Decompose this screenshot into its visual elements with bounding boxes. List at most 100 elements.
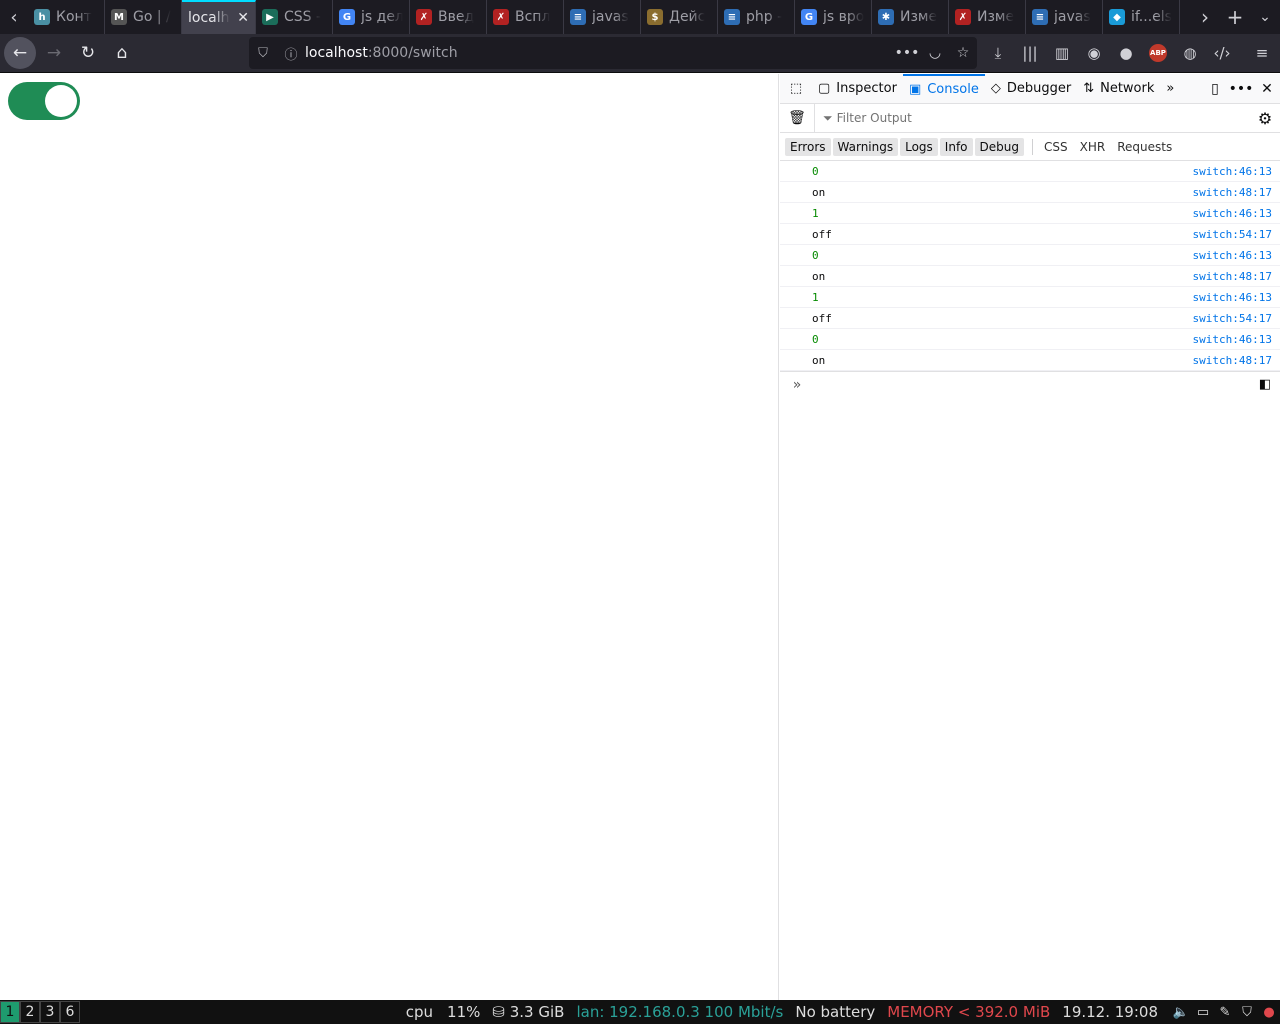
new-tab-icon[interactable]: +	[1220, 5, 1250, 29]
forward-button[interactable]: →	[38, 37, 70, 69]
tracking-protection-shield-icon[interactable]: ⛉	[249, 46, 277, 61]
page-actions-icon[interactable]: •••	[893, 45, 921, 61]
browser-tab[interactable]: h Конт	[28, 0, 105, 34]
workspace-2[interactable]: 2	[20, 1001, 40, 1023]
log-source-link[interactable]: switch:46:13	[1193, 207, 1280, 220]
inspector-icon: ▢	[818, 81, 831, 96]
site-info-icon[interactable]: ⓘ	[277, 44, 305, 63]
debugger-icon: ◇	[990, 81, 1001, 96]
tab-close-icon[interactable]: ✕	[237, 10, 249, 26]
log-source-link[interactable]: switch:54:17	[1193, 228, 1280, 241]
extension-dark-icon[interactable]: ●	[1110, 44, 1142, 62]
log-source-link[interactable]: switch:48:17	[1193, 270, 1280, 283]
console-log-list: 0 switch:46:13 on switch:48:17 1 switch:46:13…	[780, 161, 1280, 371]
browser-tab[interactable]: ≡ javas	[564, 0, 641, 34]
screen-icon[interactable]: ▭	[1192, 1005, 1214, 1020]
account-icon[interactable]: ◉	[1078, 44, 1110, 62]
browser-tab[interactable]: Gjs дел	[333, 0, 410, 34]
filter-requests[interactable]: Requests	[1112, 138, 1177, 156]
disk-status: ⛁ 3.3 GiB	[492, 1003, 564, 1021]
disk-value: 3.3 GiB	[509, 1003, 565, 1021]
browser-tab[interactable]: ≡ javas	[1026, 0, 1103, 34]
library-icon[interactable]: |||	[1014, 44, 1046, 62]
browser-tab[interactable]: M Go | /	[105, 0, 182, 34]
volume-icon[interactable]: 🔈	[1170, 1005, 1192, 1020]
clear-console-trash-icon[interactable]: 🗑	[780, 110, 814, 126]
console-log-row: off switch:54:17	[780, 224, 1280, 245]
bookmark-star-icon[interactable]: ☆	[949, 45, 977, 61]
console-log-row: on switch:48:17	[780, 266, 1280, 287]
filter-errors[interactable]: Errors	[785, 137, 831, 156]
tab-network[interactable]: ⇅ Network	[1077, 74, 1160, 103]
log-source-link[interactable]: switch:46:13	[1193, 165, 1280, 178]
browser-tab[interactable]: $ Дейс	[641, 0, 718, 34]
workspace-3[interactable]: 3	[40, 1001, 60, 1023]
tab-favicon-icon: G	[801, 9, 817, 25]
browser-tab[interactable]: ✗ Вспл	[487, 0, 564, 34]
browser-tab[interactable]: ✗ Введ	[410, 0, 487, 34]
back-button[interactable]: ←	[4, 37, 36, 69]
devtools-close-icon[interactable]: ✕	[1254, 81, 1280, 97]
url-bar[interactable]: ⛉ ⓘ localhost:8000/switch ••• ◡ ☆	[249, 37, 977, 69]
console-log-row: off switch:54:17	[780, 308, 1280, 329]
toggle-switch-knob[interactable]	[45, 85, 77, 117]
log-source-link[interactable]: switch:46:13	[1193, 333, 1280, 346]
developer-tools-icon[interactable]: ‹/›	[1206, 44, 1238, 62]
workspace-1[interactable]: 1	[0, 1001, 20, 1023]
reload-button[interactable]: ↻	[72, 37, 104, 69]
browser-tab[interactable]: Gjs вро	[795, 0, 872, 34]
browser-tab[interactable]: ✱ Изме	[872, 0, 949, 34]
tab-inspector[interactable]: ▢ Inspector	[812, 74, 903, 103]
editor-mode-toggle-icon[interactable]: ◧	[1250, 377, 1280, 392]
tab-debugger[interactable]: ◇ Debugger	[985, 74, 1077, 103]
filter-debug[interactable]: Debug	[974, 137, 1024, 156]
tab-scroll-left-icon[interactable]: ‹	[0, 0, 28, 34]
tab-active[interactable]: localh ✕	[182, 0, 256, 34]
filter-xhr[interactable]: XHR	[1075, 138, 1111, 156]
vpn-globe-icon[interactable]: ◍	[1174, 44, 1206, 62]
home-button[interactable]: ⌂	[106, 37, 138, 69]
devtools-options-icon[interactable]: •••	[1228, 81, 1254, 97]
log-source-link[interactable]: switch:46:13	[1193, 249, 1280, 262]
log-source-link[interactable]: switch:54:17	[1193, 312, 1280, 325]
filter-info[interactable]: Info	[939, 137, 973, 156]
shield-tray-icon[interactable]: ⛉	[1236, 1005, 1258, 1020]
log-source-link[interactable]: switch:48:17	[1193, 186, 1280, 199]
log-source-link[interactable]: switch:48:17	[1193, 354, 1280, 367]
menu-hamburger-icon[interactable]: ≡	[1246, 44, 1278, 62]
cpu-value: 11%	[447, 1003, 481, 1021]
dock-side-icon[interactable]: ▯	[1202, 81, 1228, 97]
more-tools-chevron-icon[interactable]: »	[1160, 74, 1180, 103]
pocket-icon[interactable]: ◡	[921, 45, 949, 61]
log-source-link[interactable]: switch:46:13	[1193, 291, 1280, 304]
browser-tab[interactable]: ◆ if...els	[1103, 0, 1180, 34]
clock: 19.12. 19:08	[1062, 1003, 1158, 1021]
workspace-6[interactable]: 6	[60, 1001, 80, 1023]
clip-icon[interactable]: ✎	[1214, 1005, 1236, 1020]
tab-list-chevron-icon[interactable]: ⌄	[1250, 9, 1280, 25]
filter-output-input[interactable]: ⏷ Filter Output	[814, 104, 1250, 132]
downloads-icon[interactable]: ⤓	[982, 44, 1014, 62]
network-icon: ⇅	[1083, 81, 1095, 96]
browser-tab[interactable]: ≡ php -	[718, 0, 795, 34]
console-log-row: 0 switch:46:13	[780, 161, 1280, 182]
log-message: 1	[812, 290, 819, 304]
url-text[interactable]: localhost:8000/switch	[305, 45, 458, 61]
filter-warnings[interactable]: Warnings	[832, 137, 899, 156]
browser-tab[interactable]: ▶ CSS -	[256, 0, 333, 34]
browser-tab[interactable]: ✗ Изме	[949, 0, 1026, 34]
tab-title: js дел	[361, 9, 403, 25]
tab-console[interactable]: ▣ Console	[902, 74, 985, 103]
tab-favicon-icon: ≡	[570, 9, 586, 25]
notification-icon[interactable]: ●	[1258, 1005, 1280, 1020]
adblock-plus-icon[interactable]: ABP	[1149, 44, 1167, 62]
toggle-switch[interactable]	[8, 82, 80, 120]
filter-logs[interactable]: Logs	[900, 137, 938, 156]
tab-scroll-right-icon[interactable]: ›	[1190, 5, 1220, 29]
sidebar-icon[interactable]: ▥	[1046, 44, 1078, 62]
tab-title: Введ	[438, 9, 475, 25]
console-settings-gear-icon[interactable]: ⚙	[1250, 109, 1280, 128]
filter-css[interactable]: CSS	[1039, 138, 1073, 156]
element-picker-icon[interactable]: ⬚	[780, 74, 812, 103]
console-input[interactable]: » ◧	[780, 371, 1280, 397]
